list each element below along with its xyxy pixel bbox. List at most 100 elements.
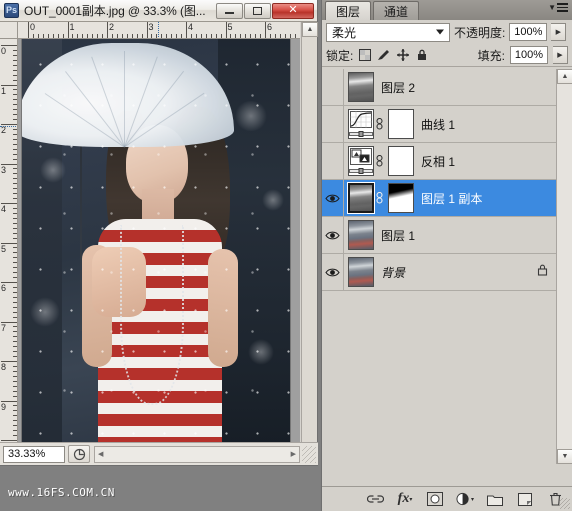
scroll-down-button[interactable]: ▼ xyxy=(557,449,572,464)
ruler-tick xyxy=(13,326,17,328)
vertical-ruler[interactable]: 01234567891 xyxy=(0,39,18,443)
ruler-label: 3 xyxy=(1,164,7,175)
new-group-icon[interactable] xyxy=(486,490,504,508)
ruler-label: 7 xyxy=(1,322,7,333)
layer-thumbnail[interactable] xyxy=(348,183,374,213)
canvas-area[interactable] xyxy=(18,39,300,443)
ruler-tick xyxy=(210,34,212,38)
ruler-tick xyxy=(215,34,217,38)
mask-link-icon[interactable] xyxy=(374,155,385,167)
layer-row-selected[interactable]: 图层 1 副本 xyxy=(322,179,556,217)
maximize-button[interactable] xyxy=(244,2,271,19)
layer-name: 曲线 1 xyxy=(421,117,456,132)
layer-thumbnail[interactable] xyxy=(348,257,374,287)
window-controls: ✕ xyxy=(216,2,314,19)
curves-icon xyxy=(350,111,372,128)
eye-icon-hidden xyxy=(325,155,340,168)
layer-mask-thumbnail[interactable] xyxy=(388,146,414,176)
layer-visibility-toggle[interactable] xyxy=(322,253,344,291)
ruler-tick xyxy=(13,415,17,417)
ruler-label: 2 xyxy=(109,22,115,32)
new-layer-icon[interactable] xyxy=(516,490,534,508)
ruler-tick xyxy=(13,173,17,175)
close-button[interactable]: ✕ xyxy=(272,2,314,19)
layer-thumbnail[interactable] xyxy=(348,72,374,102)
layer-mask-thumbnail[interactable] xyxy=(388,183,414,213)
opacity-stepper[interactable]: ▶ xyxy=(551,23,567,41)
new-adjustment-layer-icon[interactable]: ▾ xyxy=(456,490,474,508)
tab-channels[interactable]: 通道 xyxy=(373,1,420,20)
document-info-icon[interactable] xyxy=(68,445,90,463)
ruler-tick xyxy=(225,22,227,38)
fill-stepper[interactable]: ▶ xyxy=(553,46,568,64)
scroll-up-button[interactable]: ▲ xyxy=(302,22,318,37)
tab-layers-label: 图层 xyxy=(336,4,361,19)
ruler-tick xyxy=(77,34,79,38)
layers-vertical-scrollbar[interactable]: ▲ ▼ xyxy=(556,69,572,464)
mask-link-icon[interactable] xyxy=(374,192,385,204)
scroll-up-button[interactable]: ▲ xyxy=(557,69,572,84)
ruler-tick xyxy=(235,34,237,38)
blend-mode-value: 柔光 xyxy=(332,25,357,40)
ruler-tick xyxy=(13,291,17,293)
ruler-tick xyxy=(13,79,17,81)
lock-position-icon[interactable] xyxy=(396,48,410,62)
add-layer-mask-icon[interactable] xyxy=(426,490,444,508)
layer-row[interactable]: 图层 1 xyxy=(322,216,556,254)
layer-style-fx-icon[interactable]: fx ▾ xyxy=(396,490,414,508)
layer-visibility-toggle[interactable] xyxy=(322,69,344,106)
document-horizontal-scrollbar[interactable]: ◀ ▶ xyxy=(94,445,300,463)
layer-visibility-toggle[interactable] xyxy=(322,142,344,180)
ruler-tick xyxy=(13,99,17,101)
document-vertical-scrollbar[interactable]: ▲ xyxy=(301,22,318,443)
ruler-tick xyxy=(13,435,17,437)
layer-visibility-toggle[interactable] xyxy=(322,179,344,217)
ruler-tick xyxy=(97,34,99,38)
lock-all-icon[interactable] xyxy=(415,48,429,62)
horizontal-ruler[interactable]: 0 1 2 3 4 5 6 xyxy=(18,22,300,39)
ruler-label: 1 xyxy=(69,22,75,32)
mask-link-icon[interactable] xyxy=(374,118,385,130)
ruler-tick xyxy=(13,232,17,234)
ruler-label: 6 xyxy=(1,283,7,293)
ruler-tick xyxy=(13,49,17,51)
layer-visibility-toggle[interactable] xyxy=(322,105,344,143)
ruler-tick xyxy=(13,143,17,145)
layer-row[interactable]: 反相 1 xyxy=(322,142,556,180)
chevron-down-icon: ▼ xyxy=(548,3,556,12)
ruler-tick xyxy=(141,34,143,38)
layer-row[interactable]: 曲线 1 xyxy=(322,105,556,143)
invert-adjustment-thumbnail[interactable] xyxy=(348,146,374,176)
layer-mask-thumbnail[interactable] xyxy=(388,109,414,139)
layer-row[interactable]: 图层 2 xyxy=(322,69,556,106)
panel-resize-grip[interactable] xyxy=(559,498,570,509)
opacity-field[interactable]: 100% xyxy=(509,23,548,41)
ruler-tick xyxy=(13,356,17,358)
blend-mode-select[interactable]: 柔光 xyxy=(326,22,450,42)
lock-transparency-icon[interactable] xyxy=(358,48,372,62)
link-layers-icon[interactable] xyxy=(366,490,384,508)
panel-menu-icon[interactable]: ▼ xyxy=(548,3,568,12)
ruler-tick xyxy=(13,341,17,343)
lock-paint-icon[interactable] xyxy=(377,48,391,62)
layer-visibility-toggle[interactable] xyxy=(322,216,344,254)
document-window: Ps OUT_0001副本.jpg @ 33.3% (图... ✕ 0 1 2 3 4 5… xyxy=(0,0,318,466)
tab-layers[interactable]: 图层 xyxy=(325,1,372,20)
layer-row[interactable]: 背景 xyxy=(322,253,556,291)
ruler-tick xyxy=(13,69,17,71)
curves-adjustment-thumbnail[interactable] xyxy=(348,109,374,139)
minimize-button[interactable] xyxy=(216,2,243,19)
fill-field[interactable]: 100% xyxy=(510,46,548,64)
resize-grip[interactable] xyxy=(302,445,316,463)
ruler-tick xyxy=(171,34,173,38)
layer-scroll-area: 图层 2 曲线 1 反相 1 图层 1 副本 图层 1 背景 xyxy=(322,69,556,464)
ruler-tick xyxy=(284,34,286,38)
tab-channels-label: 通道 xyxy=(384,4,409,19)
document-title-bar[interactable]: Ps OUT_0001副本.jpg @ 33.3% (图... ✕ xyxy=(0,0,317,22)
zoom-level-field[interactable]: 33.33% xyxy=(3,445,65,463)
layer-thumbnail[interactable] xyxy=(348,220,374,250)
ruler-tick xyxy=(13,346,17,348)
ruler-tick xyxy=(13,128,17,130)
ruler-tick xyxy=(13,217,17,219)
ruler-tick xyxy=(260,34,262,38)
